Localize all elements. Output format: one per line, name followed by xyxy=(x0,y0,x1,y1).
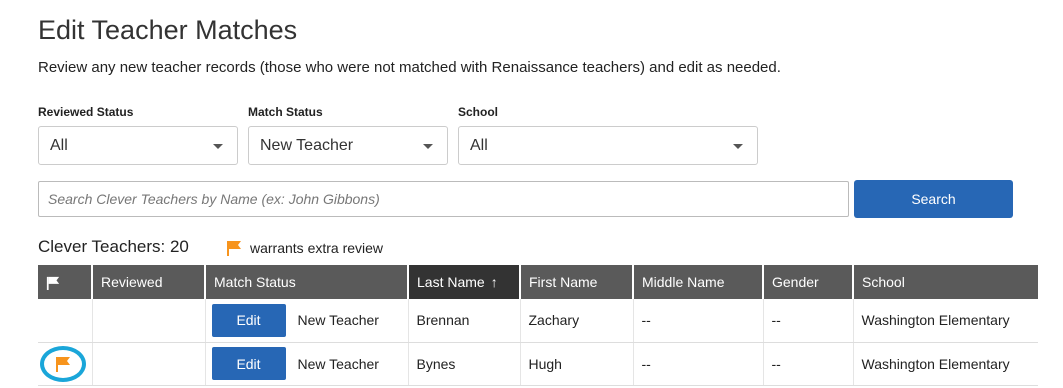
legend-label: warrants extra review xyxy=(250,240,384,256)
match-status-cell: Edit New Teacher xyxy=(205,342,409,386)
reviewed-status-label: Reviewed Status xyxy=(38,105,134,119)
highlight-circle xyxy=(40,345,86,382)
edit-button[interactable]: Edit xyxy=(211,303,286,337)
match-status-cell: Edit New Teacher xyxy=(205,299,409,343)
middle-name-cell: -- xyxy=(633,299,764,343)
flag-cell xyxy=(38,342,93,386)
last-name-header-label: Last Name xyxy=(417,274,485,290)
flag-icon xyxy=(227,241,241,256)
page-title: Edit Teacher Matches xyxy=(38,15,298,45)
gender-cell: -- xyxy=(763,299,854,343)
chevron-down-icon xyxy=(213,144,223,149)
flag-icon xyxy=(56,356,70,372)
table-row: Edit New Teacher Brennan Zachary -- -- Wa… xyxy=(38,299,1038,343)
chevron-down-icon xyxy=(423,144,433,149)
school-column-header[interactable]: School xyxy=(853,265,1038,299)
match-status-text: New Teacher xyxy=(297,355,379,372)
last-name-column-header[interactable]: Last Name ↑ xyxy=(408,265,521,299)
match-status-text: New Teacher xyxy=(297,312,379,329)
edit-button[interactable]: Edit xyxy=(211,347,286,380)
last-name-cell: Brennan xyxy=(408,299,521,343)
match-status-label: Match Status xyxy=(248,105,323,119)
search-button[interactable]: Search xyxy=(854,180,1013,218)
table-row: Edit New Teacher Bynes Hugh -- -- Washing… xyxy=(38,342,1038,386)
teachers-table: Reviewed Match Status Last Name ↑ First N… xyxy=(38,265,1038,386)
school-value: All xyxy=(470,137,488,154)
flag-legend: warrants extra review xyxy=(226,240,383,256)
school-cell: Washington Elementary xyxy=(853,299,1038,343)
match-status-value: New Teacher xyxy=(260,137,354,154)
search-input[interactable] xyxy=(38,181,849,217)
school-cell: Washington Elementary xyxy=(853,342,1038,386)
sort-ascending-icon: ↑ xyxy=(490,274,498,290)
last-name-cell: Bynes xyxy=(408,342,521,386)
reviewed-column-header[interactable]: Reviewed xyxy=(92,265,206,299)
gender-cell: -- xyxy=(763,342,854,386)
middle-name-cell: -- xyxy=(633,342,764,386)
reviewed-cell xyxy=(92,342,206,386)
match-status-select[interactable]: New Teacher xyxy=(248,126,448,165)
reviewed-cell xyxy=(92,299,206,343)
reviewed-status-value: All xyxy=(50,137,68,154)
gender-column-header[interactable]: Gender xyxy=(763,265,854,299)
middle-name-column-header[interactable]: Middle Name xyxy=(633,265,764,299)
flag-column-header xyxy=(38,265,93,299)
school-select[interactable]: All xyxy=(458,126,758,165)
clever-teachers-count: Clever Teachers: 20 xyxy=(38,237,189,256)
first-name-column-header[interactable]: First Name xyxy=(520,265,634,299)
flag-cell xyxy=(38,299,93,343)
flag-icon xyxy=(46,277,60,291)
reviewed-status-select[interactable]: All xyxy=(38,126,238,165)
first-name-cell: Hugh xyxy=(520,342,634,386)
page-subtitle: Review any new teacher records (those wh… xyxy=(38,59,781,76)
school-label: School xyxy=(458,105,499,119)
chevron-down-icon xyxy=(733,144,743,149)
first-name-cell: Zachary xyxy=(520,299,634,343)
match-status-column-header[interactable]: Match Status xyxy=(205,265,409,299)
